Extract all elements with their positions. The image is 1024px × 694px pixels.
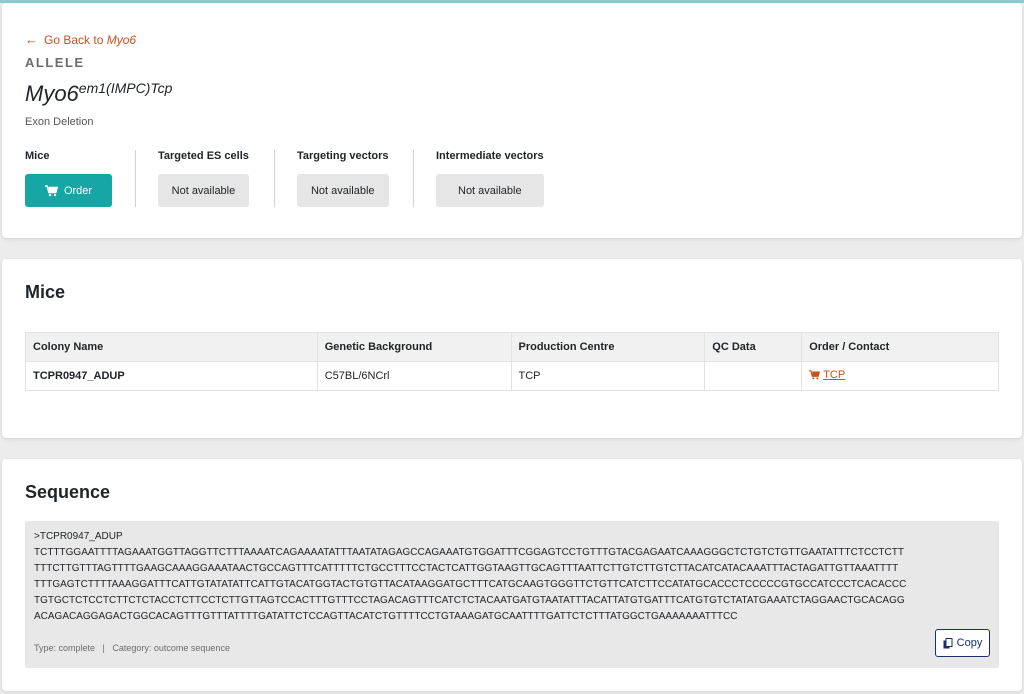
sequence-line: TCTTTGGAATTTTAGAAATGGTTAGGTTCTTTAAAATCAG… xyxy=(34,547,904,558)
divider xyxy=(413,150,414,207)
genetic-background-cell: C57BL/6NCrl xyxy=(316,361,512,391)
allele-type: Exon Deletion xyxy=(25,116,94,128)
column-header: Production Centre xyxy=(510,332,706,362)
qc-data-cell xyxy=(704,361,803,391)
sequence-line: TTTGAGTCTTTTAAAGGATTTCATTGTATATATTCATTGT… xyxy=(34,579,907,590)
sequence-line: TTTCTTGTTTAGTTTTGAAGCAAAGGAAATAACTGCCAGT… xyxy=(34,563,899,574)
go-back-gene: Myo6 xyxy=(106,32,137,47)
column-header: Colony Name xyxy=(25,332,318,362)
allele-suffix: Tcp xyxy=(150,80,173,96)
mice-title: Mice xyxy=(25,282,66,302)
allele-symbol: Myo6em1(IMPC)Tcp xyxy=(25,80,173,107)
cart-icon xyxy=(809,370,821,380)
product-mice-title: Mice xyxy=(25,150,50,162)
table-row: TCPR0947_ADUP C57BL/6NCrl TCP TCP xyxy=(25,361,999,391)
arrow-left-icon: ← xyxy=(25,32,38,47)
go-back-label: Go Back to xyxy=(44,32,107,47)
copy-icon xyxy=(943,637,953,648)
allele-superscript: em1(IMPC) xyxy=(78,80,151,96)
order-contact-cell: TCP xyxy=(801,361,999,391)
cart-icon xyxy=(44,184,58,196)
divider xyxy=(135,150,136,207)
order-button-label: Order xyxy=(63,184,93,197)
go-back-link[interactable]: ← Go Back to Myo6 xyxy=(25,32,136,47)
intermediate-vectors-status: Not available xyxy=(436,174,544,207)
targeting-vectors-status: Not available xyxy=(297,174,389,207)
product-mice: Mice Order xyxy=(25,150,112,207)
sequence-meta: Type: complete | Category: outcome seque… xyxy=(34,643,230,653)
sequence-header: >TCPR0947_ADUP xyxy=(34,531,123,542)
allele-header-card: ← Go Back to Myo6 ALLELE Myo6em1(IMPC)Tc… xyxy=(2,3,1022,238)
product-intermediate-vectors-title: Intermediate vectors xyxy=(436,150,544,162)
allele-base: Myo6 xyxy=(25,81,79,106)
column-header: Order / Contact xyxy=(801,332,999,362)
sequence-line: ACAGACAGGAGACTGGCACAGTTTGTTTATTTTGATATTC… xyxy=(34,611,738,622)
product-targeting-vectors: Targeting vectors Not available xyxy=(297,150,389,207)
copy-button[interactable]: Copy xyxy=(935,629,990,657)
es-cells-status: Not available xyxy=(158,174,249,207)
product-es-cells: Targeted ES cells Not available xyxy=(158,150,249,207)
colony-name-cell: TCPR0947_ADUP xyxy=(25,361,318,391)
sequence-card: Sequence >TCPR0947_ADUP TCTTTGGAATTTTAGA… xyxy=(2,459,1022,691)
section-label: ALLELE xyxy=(25,55,85,70)
mice-table: Colony Name Genetic Background Productio… xyxy=(25,332,999,391)
sequence-line: TGTGCTCTCCTCTTCTCTACCTCTTCCTCTTGTTAGTCCA… xyxy=(34,595,905,606)
divider xyxy=(274,150,275,207)
product-targeting-vectors-title: Targeting vectors xyxy=(297,150,389,162)
column-header: QC Data xyxy=(704,332,803,362)
sequence-box: >TCPR0947_ADUP TCTTTGGAATTTTAGAAATGGTTAG… xyxy=(25,521,999,668)
product-intermediate-vectors: Intermediate vectors Not available xyxy=(436,150,544,207)
production-centre-cell: TCP xyxy=(510,361,706,391)
table-header-row: Colony Name Genetic Background Productio… xyxy=(25,332,999,362)
order-tcp-label: TCP xyxy=(823,369,846,381)
sequence-lines: TCTTTGGAATTTTAGAAATGGTTAGGTTCTTTAAAATCAG… xyxy=(34,545,990,625)
product-es-cells-title: Targeted ES cells xyxy=(158,150,249,162)
order-button[interactable]: Order xyxy=(25,174,112,207)
copy-button-label: Copy xyxy=(956,637,983,649)
sequence-title: Sequence xyxy=(25,482,111,502)
order-tcp-link[interactable]: TCP xyxy=(809,369,845,381)
mice-card: Mice Colony Name Genetic Background Prod… xyxy=(2,259,1022,438)
column-header: Genetic Background xyxy=(316,332,512,362)
